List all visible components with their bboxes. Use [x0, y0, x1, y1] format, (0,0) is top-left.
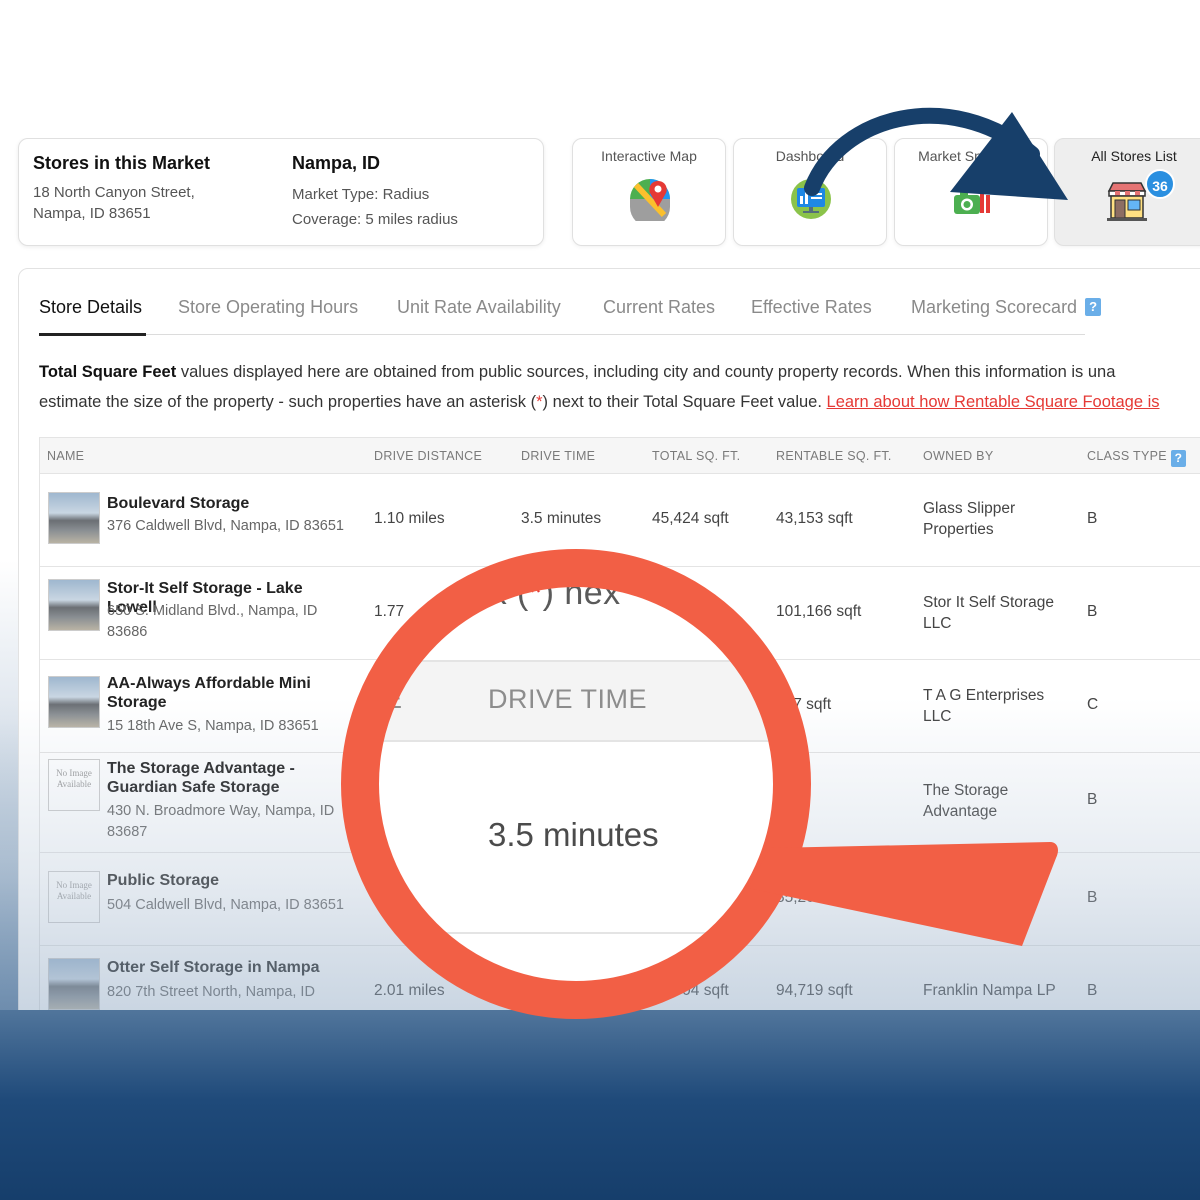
store-photo [48, 958, 100, 1010]
owned-by: Glass Slipper Properties [923, 500, 1016, 538]
tab-store-details[interactable]: Store Details [39, 297, 142, 318]
rentable-sqft: 43,153 sqft [776, 510, 853, 527]
store-address: 430 N. Broadmore Way, Nampa, ID 83687 [107, 803, 335, 840]
market-coverage: Coverage: 5 miles radius [292, 211, 458, 228]
store-photo [48, 579, 100, 631]
drive-distance: 1.77 [374, 603, 405, 620]
store-name[interactable]: Public Storage [107, 871, 352, 890]
storefront-icon [1107, 182, 1147, 221]
rentable-sqft: 85,206 sq [776, 889, 845, 906]
store-address: 504 Caldwell Blvd, Nampa, ID 83651 [107, 897, 344, 913]
square-feet-info: Total Square Feet values displayed here … [39, 357, 1200, 417]
column-header-total-sqft[interactable]: TOTAL SQ. FT. [652, 449, 740, 463]
owned-by: Stor It Self Storage LLC [923, 594, 1054, 632]
help-icon[interactable]: ? [1170, 450, 1186, 467]
tab-effective-rates[interactable]: Effective Rates [751, 297, 872, 318]
info-text-1: values displayed here are obtained from … [176, 363, 1116, 381]
class-type: B [1087, 603, 1098, 620]
table-row[interactable]: AA-Always Affordable Mini Storage 15 18t… [39, 660, 1200, 753]
store-details-panel: Store Details Store Operating Hours Unit… [18, 268, 1200, 1010]
store-address: 820 7th Street North, Nampa, ID [107, 984, 315, 1000]
curved-arrow-icon [804, 107, 1068, 200]
market-card-title: Stores in this Market [33, 153, 211, 173]
table-header: NAME DRIVE DISTANCE DRIVE TIME TOTAL SQ.… [39, 437, 1200, 474]
column-header-name[interactable]: NAME [47, 449, 84, 463]
drive-distance: 2.01 miles [374, 982, 445, 999]
column-header-drive-distance[interactable]: DRIVE DISTANCE [374, 449, 482, 463]
column-header-label: CLASS TYPE [1087, 449, 1167, 463]
table-row[interactable]: Otter Self Storage in Nampa 820 7th Stre… [39, 946, 1200, 1010]
table-row[interactable]: No Image Available The Storage Advantage… [39, 753, 1200, 853]
tool-interactive-map[interactable]: Interactive Map [572, 138, 726, 246]
store-photo-placeholder: No Image Available [48, 871, 100, 923]
market-city: Nampa, ID [292, 153, 381, 173]
market-address-line2: Nampa, ID 83651 [33, 205, 151, 222]
info-text-2b: ) next to their Total Square Feet value. [542, 393, 827, 411]
class-type: C [1087, 696, 1099, 713]
column-header-drive-time[interactable]: DRIVE TIME [521, 449, 595, 463]
tool-label: Interactive Map [601, 148, 697, 164]
drive-time: 3.5 minutes [521, 510, 602, 527]
store-name[interactable]: Boulevard Storage [107, 494, 352, 513]
map-pin-icon [630, 179, 670, 221]
class-type: B [1087, 510, 1098, 527]
store-name[interactable]: Otter Self Storage in Nampa [107, 958, 352, 977]
store-name[interactable]: AA-Always Affordable Mini Storage [107, 674, 352, 712]
market-info-card: Stores in this Market 18 North Canyon St… [18, 138, 544, 246]
store-photo [48, 492, 100, 544]
table-row[interactable]: Boulevard Storage 376 Caldwell Blvd, Nam… [39, 474, 1200, 567]
tab-bar: Store Details Store Operating Hours Unit… [39, 293, 1102, 336]
column-header-owned-by[interactable]: OWNED BY [923, 449, 993, 463]
tab-marketing-scorecard[interactable]: Marketing Scorecard? [911, 297, 1102, 318]
market-type: Market Type: Radius [292, 186, 430, 203]
tab-store-operating-hours[interactable]: Store Operating Hours [178, 297, 358, 318]
store-photo-placeholder: No Image Available [48, 759, 100, 811]
store-address: 376 Caldwell Blvd, Nampa, ID 83651 [107, 518, 344, 534]
rentable-sqft: 937 sqft [776, 696, 832, 713]
total-sqft: 45,424 sqft [652, 510, 729, 527]
table-row[interactable]: Stor-It Self Storage - Lake Lowell 650 S… [39, 567, 1200, 660]
class-type: B [1087, 982, 1098, 999]
owned-by: The Storage Advantage [923, 782, 1009, 820]
rentable-sqft: 101,166 sqft [776, 603, 862, 620]
no-image-text: No Image Available [49, 872, 99, 922]
market-address-line1: 18 North Canyon Street, [33, 184, 195, 201]
total-sqft: 99,704 sqft [652, 982, 729, 999]
column-header-class-type[interactable]: CLASS TYPE? [1087, 449, 1186, 467]
store-name[interactable]: The Storage Advantage - Guardian Safe St… [107, 759, 352, 797]
owned-by: Franklin Nampa LP [923, 982, 1056, 999]
store-photo [48, 676, 100, 728]
store-address: 650 S. Midland Blvd., Nampa, ID 83686 [107, 603, 318, 640]
tab-current-rates[interactable]: Current Rates [603, 297, 715, 318]
help-icon[interactable]: ? [1085, 298, 1102, 316]
column-header-rentable-sqft[interactable]: RENTABLE SQ. FT. [776, 449, 892, 463]
info-text-2a: estimate the size of the property - such… [39, 393, 537, 411]
drive-distance: 1 [374, 889, 383, 906]
rentable-sqft: 94,719 sqft [776, 982, 853, 999]
app-screenshot: Stores in this Market 18 North Canyon St… [0, 138, 1200, 1010]
class-type: B [1087, 889, 1098, 906]
owned-by: T A G Enterprises LLC [923, 687, 1045, 725]
tab-unit-rate-availability[interactable]: Unit Rate Availability [397, 297, 561, 318]
active-tab-indicator [39, 333, 146, 336]
rentable-sqft-link[interactable]: Learn about how Rentable Square Footage … [827, 393, 1160, 411]
no-image-text: No Image Available [49, 760, 99, 810]
info-bold: Total Square Feet [39, 363, 177, 381]
stores-count-badge: 36 [1145, 169, 1175, 199]
class-type: B [1087, 791, 1098, 808]
table-row[interactable]: No Image Available Public Storage 504 Ca… [39, 853, 1200, 946]
tab-label: Marketing Scorecard [911, 297, 1078, 317]
drive-distance: 1.10 miles [374, 510, 445, 527]
store-address: 15 18th Ave S, Nampa, ID 83651 [107, 718, 319, 734]
